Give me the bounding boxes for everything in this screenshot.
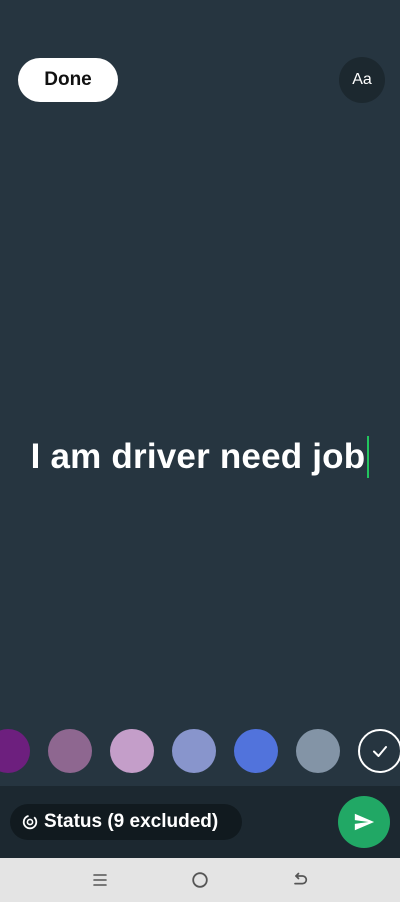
color-swatch-slate[interactable] (296, 729, 340, 773)
home-icon (192, 872, 208, 888)
color-swatch-blue[interactable] (234, 729, 278, 773)
back-button[interactable] (290, 870, 310, 890)
color-swatch-mauve[interactable] (48, 729, 92, 773)
check-icon (373, 746, 387, 757)
status-audience-button[interactable]: Status (9 excluded) (10, 804, 242, 840)
status-audience-label: Status (9 excluded) (44, 811, 219, 832)
color-swatch-selected[interactable] (358, 729, 400, 773)
font-style-button[interactable]: Aa (339, 57, 385, 103)
color-swatch-lilac[interactable] (110, 729, 154, 773)
done-button[interactable]: Done (18, 58, 118, 102)
home-button[interactable] (190, 870, 210, 890)
font-style-label: Aa (352, 71, 372, 88)
color-swatch-periwinkle[interactable] (172, 729, 216, 773)
status-text-editor[interactable]: I am driver need job (0, 434, 400, 480)
text-cursor (367, 436, 370, 478)
send-button[interactable] (338, 796, 390, 848)
status-privacy-icon (22, 814, 38, 830)
status-text: I am driver need job (30, 437, 366, 476)
system-navigation-bar (0, 858, 400, 902)
recent-apps-icon (93, 874, 107, 886)
send-icon (354, 813, 375, 831)
color-swatch-purple[interactable] (0, 729, 30, 773)
back-icon (294, 872, 308, 885)
recent-apps-button[interactable] (90, 870, 110, 890)
